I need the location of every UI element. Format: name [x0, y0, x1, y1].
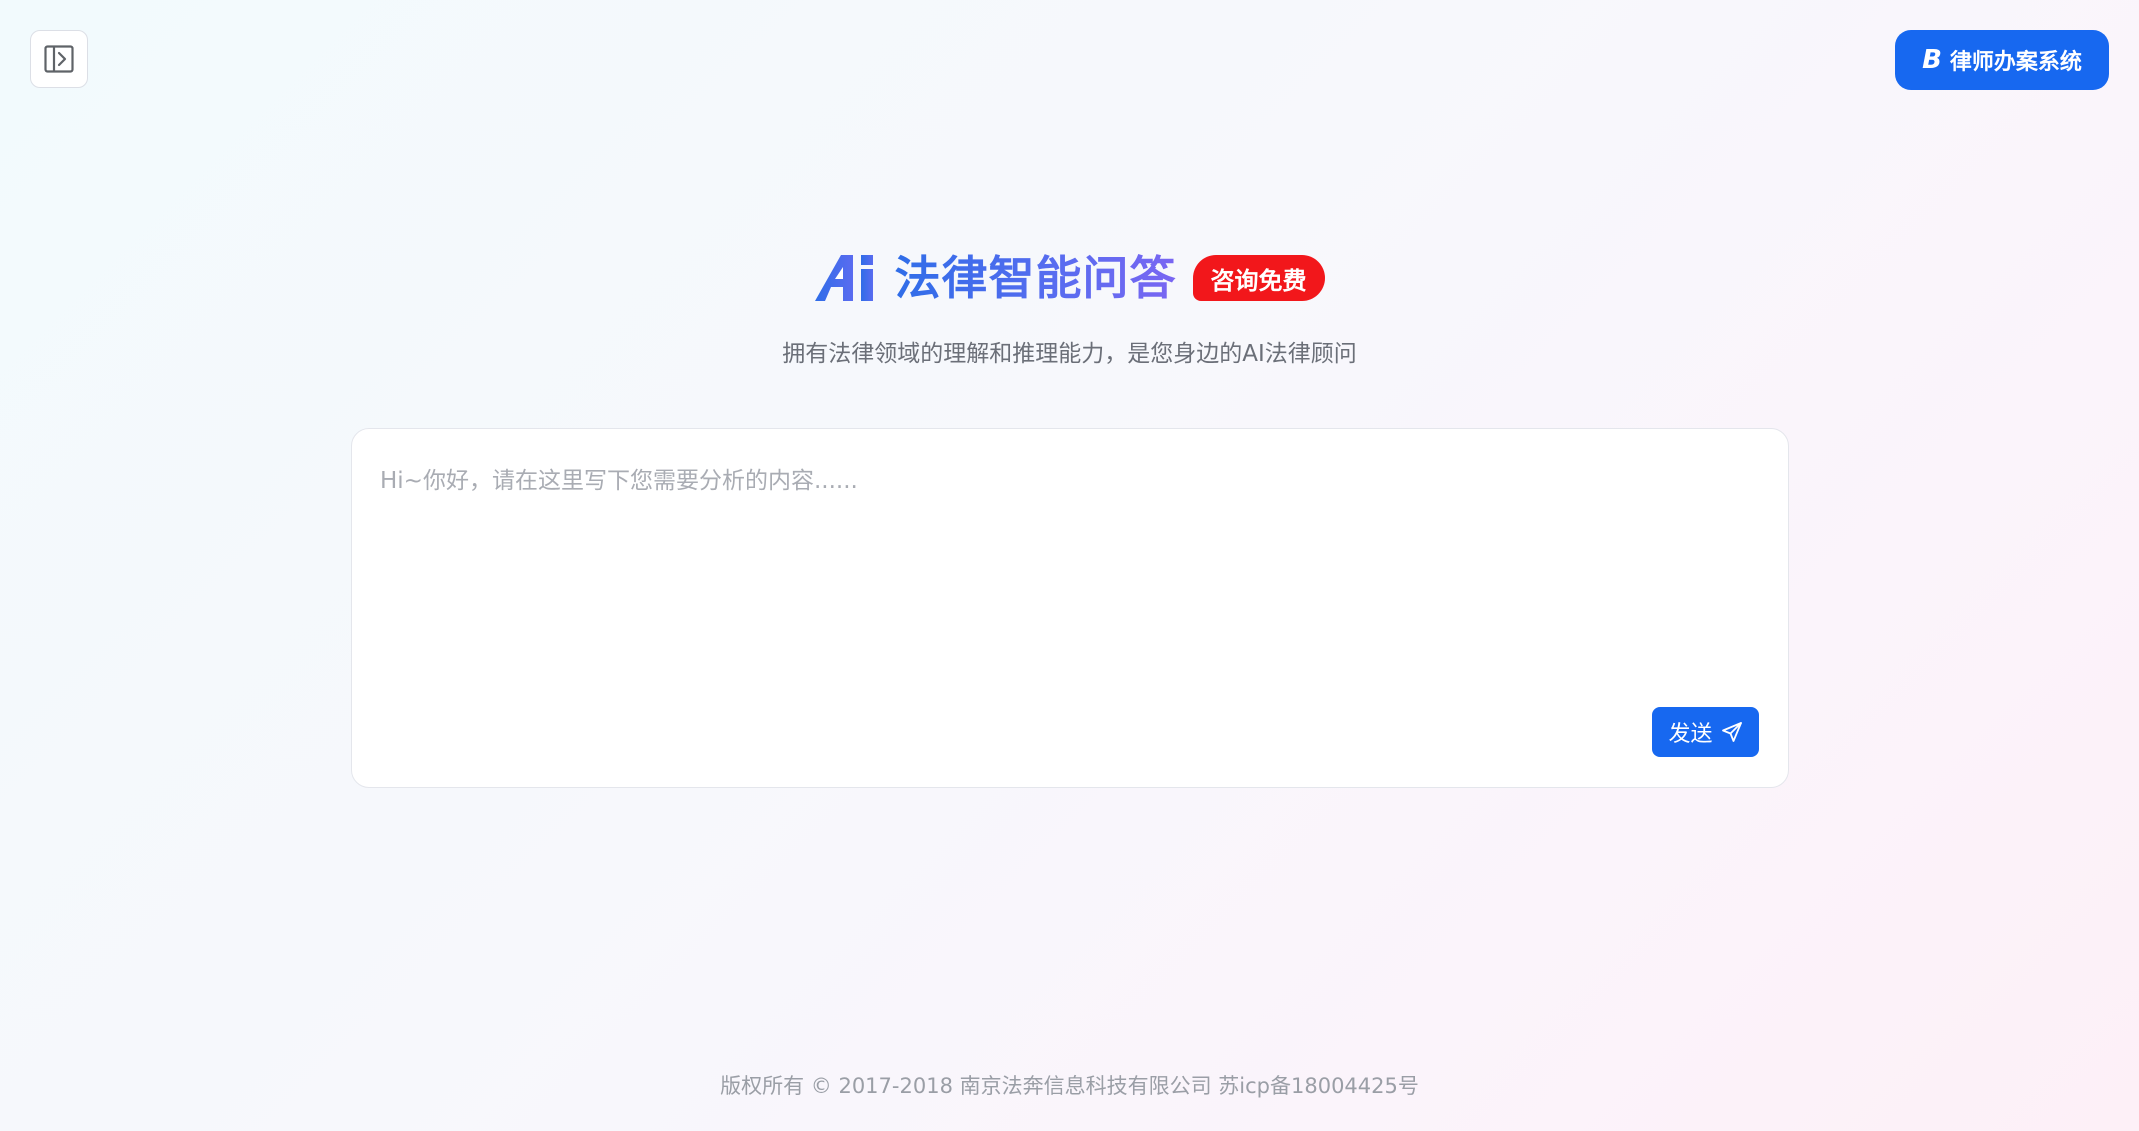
- ai-logo-icon: [814, 253, 881, 303]
- send-button[interactable]: 发送: [1652, 707, 1759, 757]
- page-title: 法律智能问答: [894, 251, 1177, 305]
- send-label: 发送: [1668, 722, 1713, 747]
- lawyer-system-label: 律师办案系统: [1949, 50, 2082, 75]
- sidebar-expand-icon: [44, 45, 74, 73]
- page-subtitle: 拥有法律领域的理解和推理能力，是您身边的AI法律顾问: [782, 341, 1357, 367]
- copyright-footer: 版权所有 © 2017-2018 南京法奔信息科技有限公司 苏icp备18004…: [720, 1074, 1419, 1098]
- lawyer-system-logo-icon: B: [1922, 45, 1942, 75]
- question-input[interactable]: [380, 461, 1750, 681]
- free-consult-badge: 咨询免费: [1192, 255, 1325, 301]
- brand-logo: 法律智能问答: [814, 250, 1177, 306]
- hero-heading: 法律智能问答 咨询免费: [0, 250, 2139, 306]
- sidebar-toggle-button[interactable]: [30, 30, 88, 88]
- lawyer-system-button[interactable]: B 律师办案系统: [1895, 30, 2109, 90]
- send-icon: [1721, 721, 1743, 743]
- question-input-card: 发送: [351, 428, 1789, 788]
